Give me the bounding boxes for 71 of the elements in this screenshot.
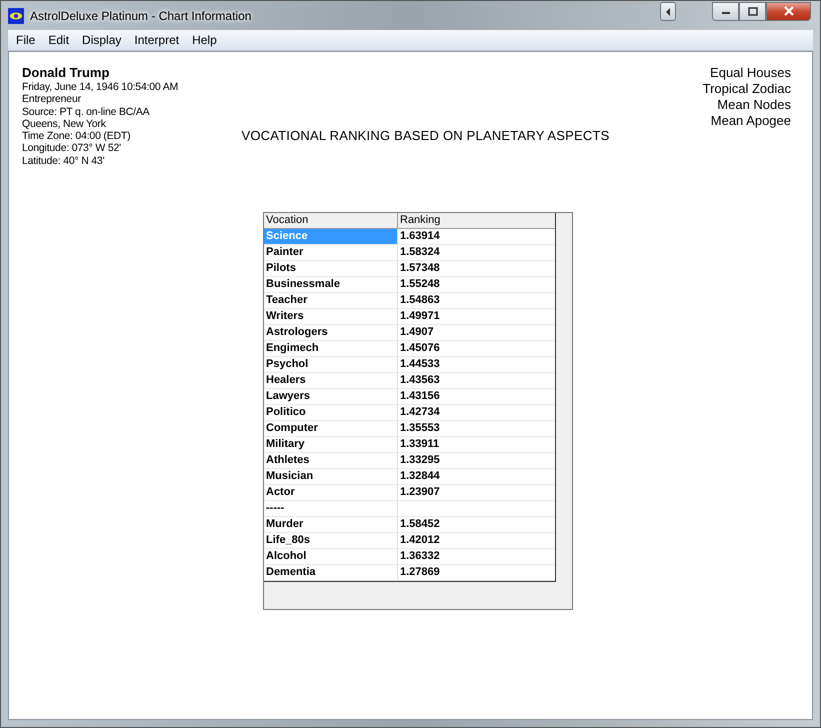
table-cell[interactable]: Military (264, 437, 398, 452)
table-cell[interactable]: Businessmale (264, 277, 398, 292)
column-header[interactable]: Ranking (398, 213, 555, 228)
chart-detail: Friday, June 14, 1946 10:54:00 AM (22, 81, 178, 94)
maximize-icon (748, 6, 758, 16)
chart-setting: Tropical Zodiac (702, 81, 791, 97)
table-cell-text: 1.63914 (399, 229, 441, 244)
table-cell[interactable]: Life_80s (264, 533, 398, 548)
table-cell[interactable]: Actor (264, 485, 398, 500)
eye-icon (8, 8, 24, 24)
table-cell-text: 1.44533 (399, 357, 441, 372)
person-name: Donald Trump (22, 65, 110, 80)
close-icon (782, 6, 794, 16)
table-cell-text: 1.43563 (399, 373, 441, 388)
scroll-left-button[interactable] (660, 2, 676, 21)
close-button[interactable] (766, 2, 811, 20)
window-title: AstrolDeluxe Platinum - Chart Information (30, 8, 252, 22)
menu-item[interactable]: Help (186, 33, 223, 47)
table-cell-text: 1.23907 (399, 485, 441, 500)
table-cell-text: 1.4907 (399, 325, 435, 340)
table-cell-text: 1.57348 (399, 261, 441, 276)
table-cell[interactable]: Alcohol (264, 549, 398, 564)
chart-detail: Longitude: 073° W 52' (22, 142, 122, 155)
table-cell[interactable]: Teacher (264, 293, 398, 308)
caret-left-icon (665, 8, 671, 16)
table-cell[interactable]: Painter (264, 245, 398, 260)
table-cell-text: 1.33911 (399, 437, 440, 452)
column-header[interactable]: Vocation (264, 213, 398, 228)
table-cell-text: 1.54863 (399, 293, 441, 308)
table-cell[interactable]: Writers (264, 309, 398, 324)
table-cell[interactable]: Athletes (264, 453, 398, 468)
table-cell[interactable]: Pilots (264, 261, 398, 276)
table-cell[interactable]: Politico (264, 405, 398, 420)
chart-detail: Time Zone: 04:00 (EDT) (22, 130, 132, 142)
table-cell-text: 1.45076 (399, 341, 441, 356)
table-cell[interactable]: Computer (264, 421, 398, 436)
table-cell-text: 1.43156 (399, 389, 441, 404)
table-cell-text: 1.58324 (399, 245, 441, 260)
table-cell-text: 1.58452 (399, 517, 441, 532)
table-cell[interactable]: Astrologers (264, 325, 398, 340)
table-cell[interactable]: Dementia (264, 565, 398, 580)
table-cell[interactable]: Psychol (264, 357, 398, 372)
table-cell-text: 1.42734 (399, 405, 441, 420)
chart-detail: Latitude: 40° N 43' (22, 154, 106, 168)
table-cell[interactable]: Lawyers (264, 389, 398, 404)
menu-item[interactable]: Edit (42, 33, 76, 47)
menu-item[interactable]: File (10, 33, 42, 47)
chart-detail: Queens, New York (22, 118, 107, 130)
chart-setting: Mean Nodes (716, 97, 791, 113)
chart-detail: Source: PT q. on-line BC/AA (22, 106, 150, 118)
table-cell-text: 1.35553 (399, 421, 441, 436)
table-cell[interactable]: Murder (264, 517, 398, 532)
table-cell-text: 1.49971 (399, 309, 441, 324)
chart-setting: Mean Apogee (710, 113, 791, 129)
table-cell-text: 1.55248 (399, 277, 441, 292)
chart-setting: Equal Houses (709, 65, 791, 81)
menu-item[interactable]: Interpret (128, 33, 186, 47)
table-cell[interactable]: Healers (264, 373, 398, 388)
table-cell[interactable]: Engimech (264, 341, 398, 356)
table-cell[interactable]: Musician (264, 469, 398, 484)
chart-detail: Entrepreneur (22, 93, 82, 106)
menu-item[interactable]: Display (76, 33, 128, 47)
maximize-button[interactable] (739, 2, 766, 20)
minimize-button[interactable] (712, 2, 739, 20)
report-heading: VOCATIONAL RANKING BASED ON PLANETARY ASPECTS (241, 128, 610, 144)
table-cell-text: 1.33295 (399, 453, 441, 468)
table-cell-text: 1.36332 (399, 549, 441, 564)
table-cell-text: 1.27869 (399, 565, 441, 580)
table-cell-text: 1.32844 (399, 469, 441, 484)
table-cell[interactable]: ----- (264, 501, 398, 516)
table-cell-text: 1.42012 (399, 533, 441, 548)
